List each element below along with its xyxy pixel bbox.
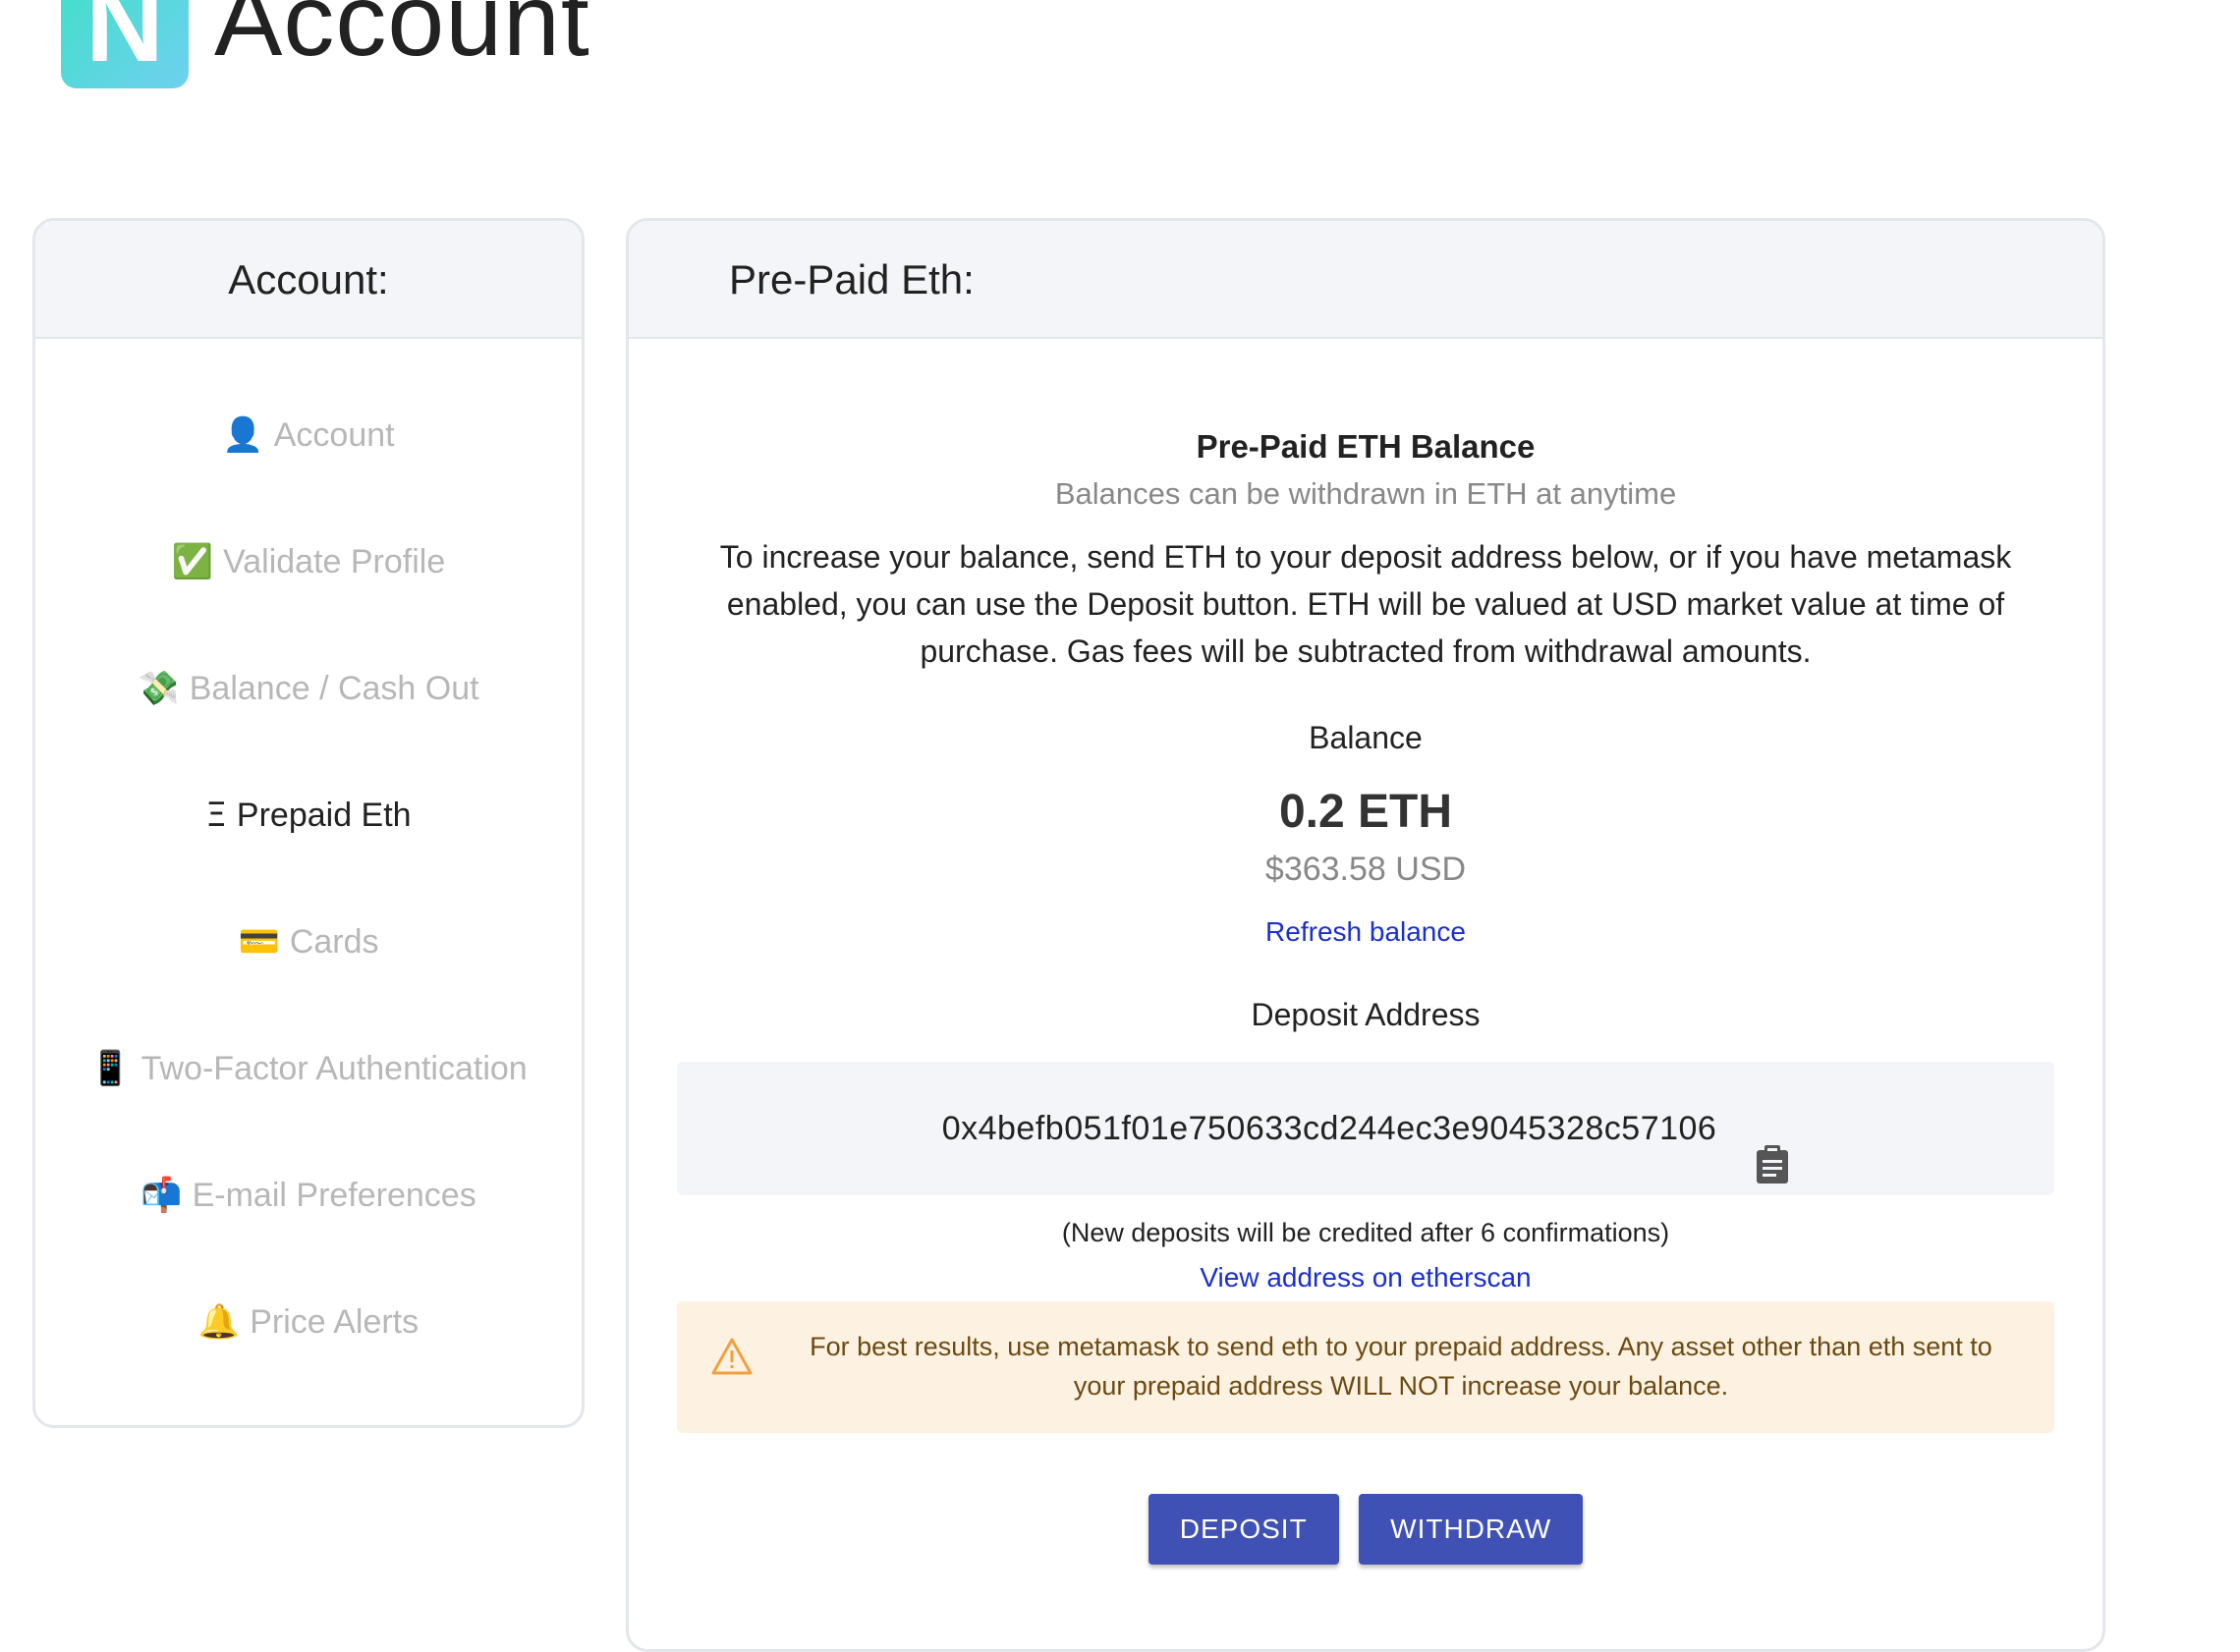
ethereum-icon: Ξ	[205, 796, 227, 835]
balance-subheading: Balances can be withdrawn in ETH at anyt…	[1054, 476, 1677, 511]
sidebar-item-label: Two-Factor Authentication	[140, 1050, 528, 1087]
user-icon: 👤	[222, 415, 264, 455]
warning-text: For best results, use metamask to send e…	[810, 1332, 1992, 1401]
account-sidebar: Account: 👤 Account ✅ Validate Profile 💸 Bal…	[32, 218, 585, 1428]
sidebar-nav: 👤 Account ✅ Validate Profile 💸 Balance / Ca…	[35, 339, 582, 1386]
deposit-button[interactable]: DEPOSIT	[1148, 1494, 1339, 1565]
sidebar-item-cards[interactable]: 💳 Cards	[35, 879, 582, 1006]
balance-label: Balance	[1309, 720, 1423, 755]
deposit-address-box: 0x4befb051f01e750633cd244ec3e9045328c571…	[677, 1062, 2054, 1195]
page-title: Account	[214, 0, 590, 78]
sidebar-item-balance-cash-out[interactable]: 💸 Balance / Cash Out	[35, 626, 582, 752]
sidebar-item-price-alerts[interactable]: 🔔 Price Alerts	[35, 1259, 582, 1386]
credit-card-icon: 💳	[238, 922, 280, 962]
action-buttons: DEPOSIT WITHDRAW	[629, 1494, 2102, 1565]
sidebar-item-label: Cards	[289, 923, 379, 961]
withdraw-button[interactable]: WITHDRAW	[1359, 1494, 1584, 1565]
clipboard-icon[interactable]	[1756, 1107, 1789, 1184]
sidebar-item-label: Validate Profile	[223, 543, 446, 580]
mailbox-icon: 📬	[140, 1176, 183, 1215]
balance-description: To increase your balance, send ETH to yo…	[719, 539, 2012, 669]
sidebar-item-email-preferences[interactable]: 📬 E-mail Preferences	[35, 1132, 582, 1259]
bell-icon: 🔔	[197, 1302, 241, 1342]
sidebar-item-prepaid-eth[interactable]: Ξ Prepaid Eth	[35, 752, 582, 879]
panel-body: Pre-Paid ETH Balance Balances can be wit…	[629, 339, 2102, 1565]
panel-title: Pre-Paid Eth:	[629, 221, 2102, 339]
mobile-phone-icon: 📱	[89, 1049, 132, 1088]
sidebar-item-label: Balance / Cash Out	[189, 670, 479, 707]
deposit-address-value[interactable]: 0x4befb051f01e750633cd244ec3e9045328c571…	[942, 1110, 1717, 1147]
sidebar-item-validate-profile[interactable]: ✅ Validate Profile	[35, 499, 582, 626]
eth-balance-amount: 0.2 ETH	[1278, 786, 1453, 838]
deposit-address-label: Deposit Address	[1251, 997, 1481, 1032]
checkmark-icon: ✅	[171, 542, 214, 581]
sidebar-item-account[interactable]: 👤 Account	[35, 372, 582, 499]
sidebar-item-two-factor-authentication[interactable]: 📱 Two-Factor Authentication	[35, 1006, 582, 1132]
sidebar-item-label: Account	[273, 416, 395, 454]
app-logo: N	[61, 0, 189, 88]
usd-balance-amount: $363.58 USD	[1264, 851, 1467, 888]
metamask-warning-alert: For best results, use metamask to send e…	[677, 1301, 2054, 1433]
balance-heading: Pre-Paid ETH Balance	[1196, 428, 1536, 465]
view-on-etherscan-link[interactable]: View address on etherscan	[1200, 1258, 1531, 1297]
confirmations-note: (New deposits will be credited after 6 c…	[1061, 1218, 1670, 1247]
prepaid-eth-panel: Pre-Paid Eth: Pre-Paid ETH Balance Balan…	[626, 218, 2105, 1652]
sidebar-item-label: Price Alerts	[250, 1303, 420, 1341]
sidebar-item-label: Prepaid Eth	[236, 797, 412, 834]
warning-icon	[710, 1337, 754, 1376]
refresh-balance-link[interactable]: Refresh balance	[1265, 912, 1466, 952]
money-wings-icon: 💸	[138, 669, 180, 708]
sidebar-title: Account:	[35, 221, 582, 339]
sidebar-item-label: E-mail Preferences	[192, 1177, 476, 1214]
